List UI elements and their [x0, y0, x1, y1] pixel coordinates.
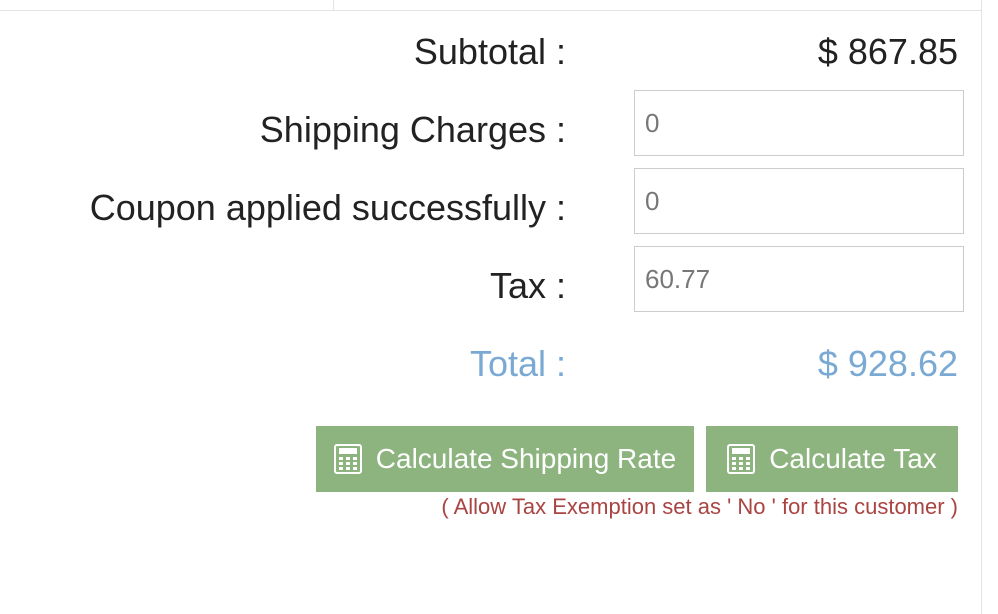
top-border	[0, 0, 982, 11]
right-border	[981, 0, 982, 614]
total-value: $ 928.62	[817, 343, 958, 384]
coupon-input[interactable]	[634, 168, 964, 234]
subtotal-label: Subtotal :	[413, 31, 566, 72]
tax-exemption-notice: ( Allow Tax Exemption set as ' No ' for …	[441, 494, 958, 519]
shipping-charges-input[interactable]	[634, 90, 964, 156]
calculate-tax-label: Calculate Tax	[769, 443, 937, 474]
calculator-icon	[727, 444, 756, 474]
tax-label: Tax :	[489, 265, 566, 306]
calculator-icon	[333, 444, 362, 474]
calculate-shipping-rate-button[interactable]: Calculate Shipping Rate	[316, 426, 694, 492]
calculate-shipping-rate-label: Calculate Shipping Rate	[375, 443, 677, 474]
calculate-tax-button[interactable]: Calculate Tax	[706, 426, 958, 492]
shipping-charges-label: Shipping Charges :	[259, 109, 566, 150]
total-label: Total :	[469, 343, 566, 384]
top-divider	[333, 0, 334, 10]
coupon-label: Coupon applied successfully :	[89, 187, 566, 228]
tax-input[interactable]	[634, 246, 964, 312]
subtotal-value: $ 867.85	[817, 31, 958, 72]
